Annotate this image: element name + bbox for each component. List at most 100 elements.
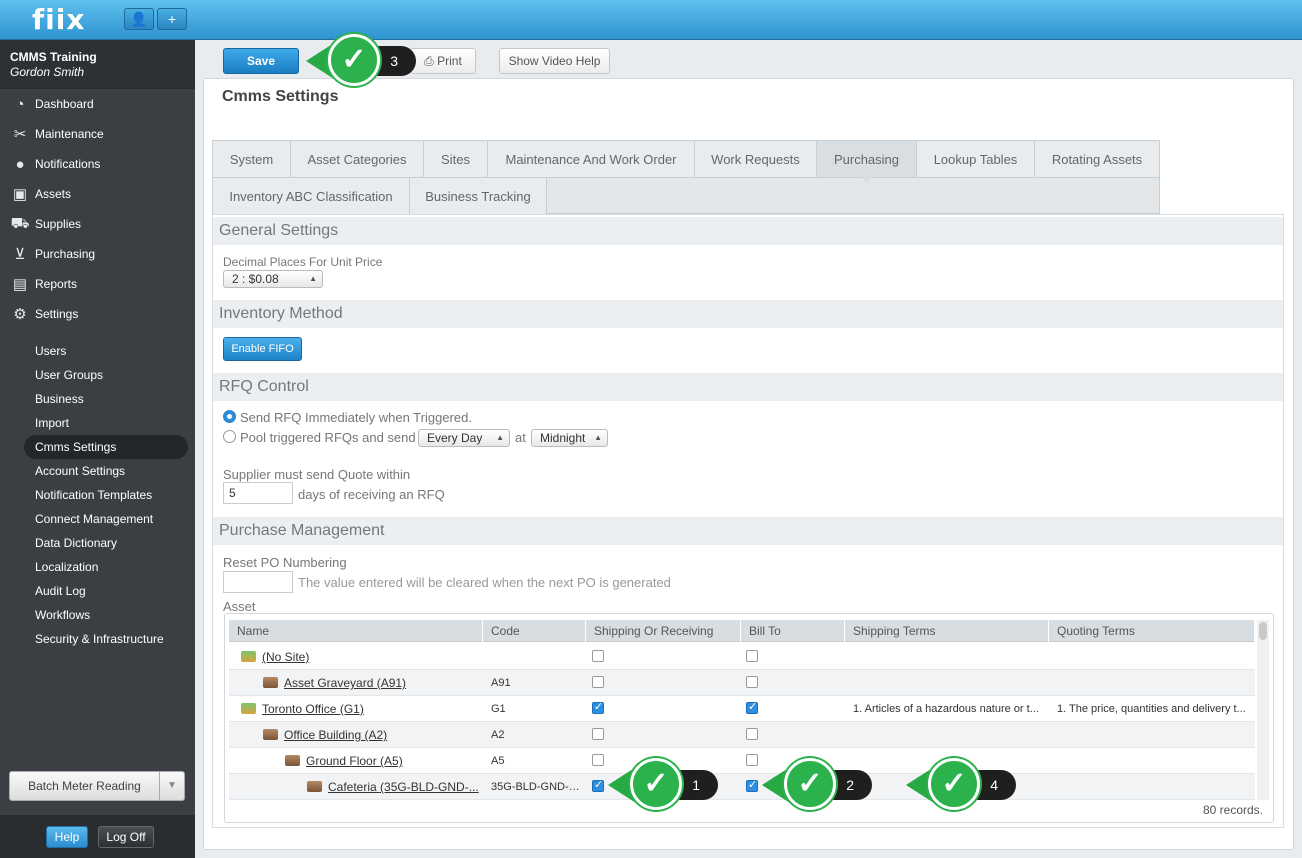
- nav-supplies[interactable]: ⛟ Supplies: [0, 209, 195, 239]
- shipping-checkbox[interactable]: [592, 754, 604, 766]
- shipping-checkbox[interactable]: [592, 676, 604, 688]
- sub-user-groups[interactable]: User Groups: [0, 363, 195, 387]
- app-logo[interactable]: fiix: [32, 3, 85, 36]
- cell-name: Toronto Office (G1): [241, 696, 479, 722]
- table-row[interactable]: Toronto Office (G1) G1 1. Articles of a ha…: [229, 696, 1255, 722]
- table-row[interactable]: (No Site): [229, 644, 1255, 670]
- cell-quoting-terms: [1057, 774, 1249, 800]
- nav-settings[interactable]: ⚙ Settings: [0, 299, 195, 329]
- decimal-places-label: Decimal Places For Unit Price: [223, 255, 383, 269]
- sub-business[interactable]: Business: [0, 387, 195, 411]
- sub-notification-templates[interactable]: Notification Templates: [0, 483, 195, 507]
- sub-localization[interactable]: Localization: [0, 555, 195, 579]
- col-name[interactable]: Name: [229, 620, 483, 642]
- enable-fifo-button[interactable]: Enable FIFO: [223, 337, 302, 361]
- tab-inventory-abc-classification[interactable]: Inventory ABC Classification: [213, 178, 410, 215]
- site-icon: [241, 651, 256, 662]
- org-name: CMMS Training: [10, 50, 97, 64]
- col-quoting-terms[interactable]: Quoting Terms: [1049, 620, 1255, 642]
- col-shipping-or-receiving[interactable]: Shipping Or Receiving: [586, 620, 741, 642]
- show-video-help-button[interactable]: Show Video Help: [499, 48, 610, 74]
- reset-po-input[interactable]: [223, 571, 293, 593]
- table-row[interactable]: Cafeteria (35G-BLD-GND-... 35G-BLD-GND-C.…: [229, 774, 1255, 800]
- sub-workflows[interactable]: Workflows: [0, 603, 195, 627]
- asset-link[interactable]: Ground Floor (A5): [306, 754, 403, 768]
- sub-users[interactable]: Users: [0, 339, 195, 363]
- chevron-down-icon[interactable]: ▼: [160, 772, 184, 800]
- log-off-button[interactable]: Log Off: [98, 826, 154, 848]
- nav-reports[interactable]: ▤ Reports: [0, 269, 195, 299]
- cell-shipping-terms: [853, 644, 1045, 670]
- tab-rotating-assets[interactable]: Rotating Assets: [1035, 141, 1160, 178]
- cell-shipping-terms: [853, 722, 1045, 748]
- bill-to-checkbox[interactable]: [746, 700, 758, 714]
- grid-scrollbar[interactable]: [1257, 620, 1269, 800]
- asset-link[interactable]: Toronto Office (G1): [262, 702, 364, 716]
- shipping-checkbox[interactable]: [592, 650, 604, 662]
- shipping-checkbox[interactable]: [592, 728, 604, 740]
- tab-maintenance-and-work-order[interactable]: Maintenance And Work Order: [488, 141, 695, 178]
- table-row[interactable]: Ground Floor (A5) A5: [229, 748, 1255, 774]
- nav-assets[interactable]: ▣ Assets: [0, 179, 195, 209]
- add-button[interactable]: +: [157, 8, 187, 30]
- settings-subnav: Users User Groups Business Import Cmms S…: [0, 339, 195, 651]
- tab-work-requests[interactable]: Work Requests: [695, 141, 817, 178]
- sub-cmms-settings[interactable]: Cmms Settings: [24, 435, 188, 459]
- building-icon: [285, 755, 300, 766]
- sub-import[interactable]: Import: [0, 411, 195, 435]
- user-box: CMMS Training Gordon Smith: [0, 40, 195, 89]
- sub-data-dictionary[interactable]: Data Dictionary: [0, 531, 195, 555]
- rfq-time-select[interactable]: Midnight ▲: [531, 429, 608, 447]
- asset-link[interactable]: Cafeteria (35G-BLD-GND-...: [328, 780, 479, 794]
- sub-security-infrastructure[interactable]: Security & Infrastructure: [0, 627, 195, 651]
- bill-to-checkbox[interactable]: [746, 754, 758, 766]
- quote-days-input[interactable]: 5: [223, 482, 293, 504]
- tab-business-tracking[interactable]: Business Tracking: [410, 178, 547, 215]
- col-shipping-terms[interactable]: Shipping Terms: [845, 620, 1049, 642]
- col-bill-to[interactable]: Bill To: [741, 620, 845, 642]
- rfq-pool-radio[interactable]: [223, 430, 236, 443]
- sub-connect-management[interactable]: Connect Management: [0, 507, 195, 531]
- cell-quoting-terms: [1057, 722, 1249, 748]
- nav-purchasing[interactable]: ⊻ Purchasing: [0, 239, 195, 269]
- sub-account-settings[interactable]: Account Settings: [0, 459, 195, 483]
- sub-audit-log[interactable]: Audit Log: [0, 579, 195, 603]
- help-button[interactable]: Help: [46, 826, 88, 848]
- print-button[interactable]: ⎙ Print: [410, 48, 476, 74]
- nav-maintenance[interactable]: ✂ Maintenance: [0, 119, 195, 149]
- tab-purchasing[interactable]: Purchasing: [817, 141, 917, 183]
- tab-lookup-tables[interactable]: Lookup Tables: [917, 141, 1035, 178]
- nav-dashboard[interactable]: ◔ Dashboard: [0, 89, 195, 119]
- shipping-checkbox[interactable]: [592, 778, 604, 792]
- asset-link[interactable]: (No Site): [262, 650, 309, 664]
- bill-to-checkbox[interactable]: [746, 650, 758, 662]
- asset-link[interactable]: Office Building (A2): [284, 728, 387, 742]
- main-nav: ◔ Dashboard ✂ Maintenance ● Notifications ▣…: [0, 89, 195, 329]
- bill-to-checkbox[interactable]: [746, 676, 758, 688]
- cell-code: G1: [491, 703, 506, 715]
- cart-icon: ⊻: [14, 246, 26, 263]
- rfq-pool-label: Pool triggered RFQs and send: [240, 430, 416, 445]
- shipping-checkbox[interactable]: [592, 700, 604, 714]
- tab-asset-categories[interactable]: Asset Categories: [291, 141, 424, 178]
- rfq-immediate-radio[interactable]: [223, 410, 236, 423]
- rfq-frequency-select[interactable]: Every Day ▲: [418, 429, 510, 447]
- tab-system[interactable]: System: [213, 141, 291, 178]
- table-row[interactable]: Asset Graveyard (A91) A91: [229, 670, 1255, 696]
- cell-code: 35G-BLD-GND-C...: [491, 781, 583, 793]
- cell-name: Office Building (A2): [263, 722, 479, 748]
- printer-icon: ⎙: [424, 54, 434, 68]
- tab-sites[interactable]: Sites: [424, 141, 488, 178]
- table-row[interactable]: Office Building (A2) A2: [229, 722, 1255, 748]
- asset-label: Asset: [223, 599, 256, 614]
- decimal-places-select[interactable]: 2 : $0.08 ▲: [223, 270, 323, 288]
- bill-to-checkbox[interactable]: [746, 728, 758, 740]
- grid-scrollbar-thumb[interactable]: [1259, 622, 1267, 640]
- nav-notifications[interactable]: ● Notifications: [0, 149, 195, 179]
- save-button[interactable]: Save: [223, 48, 299, 74]
- batch-meter-reading-button[interactable]: Batch Meter Reading ▼: [9, 771, 185, 801]
- asset-link[interactable]: Asset Graveyard (A91): [284, 676, 406, 690]
- col-code[interactable]: Code: [483, 620, 586, 642]
- user-button[interactable]: 👤: [124, 8, 154, 30]
- bill-to-checkbox[interactable]: [746, 778, 758, 792]
